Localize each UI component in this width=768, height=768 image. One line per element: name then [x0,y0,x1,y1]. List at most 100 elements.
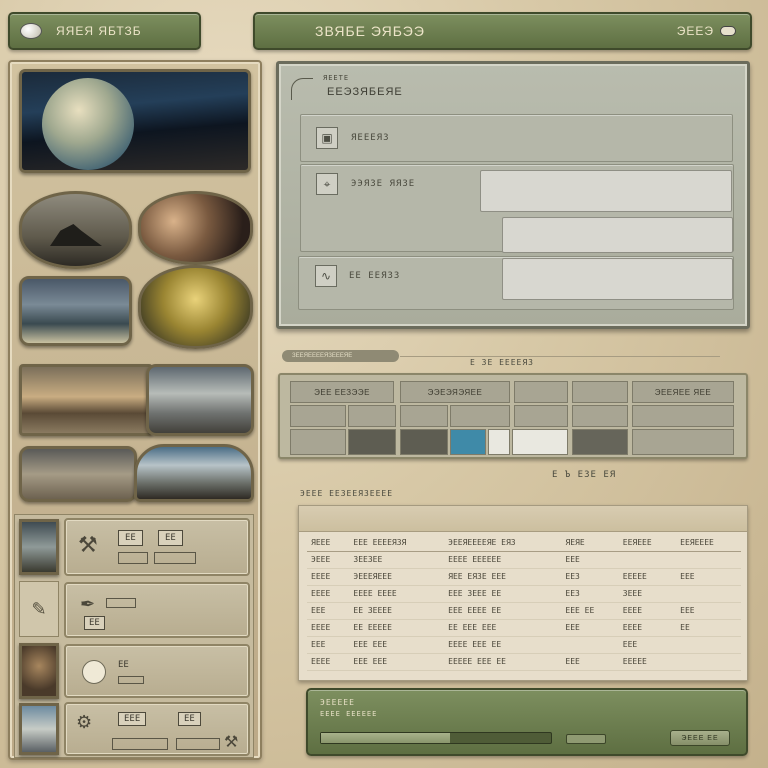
form-row-1-label: ЯЕЕЕЯЗ [351,133,390,143]
column-header[interactable]: ЕЕЯЕЕЕ [618,532,677,552]
grid-header-1[interactable]: ЭЕЕ ЕЕЗЭЭЕ [290,381,394,403]
card-1-label-b: ЕЕ [158,530,183,546]
card-1-label-a: ЕЕ [118,530,143,546]
wrench-icon: ⚒ [224,734,239,751]
card-1-field[interactable] [118,552,148,564]
left-header-bar: ЯЯЕЯ ЯБТЗБ [8,12,201,50]
card-4[interactable]: ⚙ ЕЕЕ ЕЕ ⚒ [64,702,250,756]
compass-icon: ✎ [31,598,47,619]
horizon-thumbnail[interactable] [134,444,254,502]
card-4-label-b: ЕЕ [178,712,201,726]
gear-icon: ⚙ [76,712,93,732]
table-header-row: ЯЕЕЕ ЕЕЕ ЕЕЕЕЯЗЯ ЭЕЕЯЕЕЕЕЯЕ ЕЯЗ ЯЕЯЕ ЕЕЯ… [307,532,741,552]
data-table-panel: ЯЕЕЕ ЕЕЕ ЕЕЕЕЯЗЯ ЭЕЕЯЕЕЕЕЯЕ ЕЯЗ ЯЕЯЕ ЕЕЯ… [298,505,748,681]
nebula-thumbnail[interactable] [138,191,253,265]
card-2-field[interactable] [106,598,136,608]
column-header[interactable]: ЭЕЕЯЕЕЕЕЯЕ ЕЯЗ [444,532,562,552]
pen-icon: ✒ [80,594,96,614]
grid-cell[interactable] [290,405,346,427]
right-header-bar: ЗВЯБЕ ЭЯБЭЭ ЭЕЕЭ [253,12,752,50]
grid-cell[interactable] [400,405,448,427]
column-header[interactable]: ЕЕЕ ЕЕЕЕЯЗЯ [349,532,445,552]
footer-title: ЭЕЕЕЕЕ [320,698,355,707]
globe-icon[interactable] [20,23,42,39]
table-row[interactable]: ЕЕЕЕ ЕЕЕ ЕЕЕ ЕЕЕЕЕ ЕЕЕ ЕЕ ЕЕЕ ЕЕЕЕЕ [307,653,741,671]
card-3-field[interactable] [118,676,144,684]
desert-thumbnail[interactable] [19,446,137,502]
clock-icon [82,660,106,684]
table-row[interactable]: ЕЕЕ ЕЕ ЗЕЕЕЕ ЕЕЕ ЕЕЕЕ ЕЕ ЕЕЕ ЕЕ ЕЕЕЕ ЕЕЕ [307,602,741,620]
table-row[interactable]: ЕЕЕ ЕЕЕ ЕЕЕ ЕЕЕЕ ЕЕЕ ЕЕ ЕЕЕ [307,636,741,654]
form-row-1[interactable]: ▣ ЯЕЕЕЯЗ [300,114,733,162]
card-4-field-2[interactable] [176,738,220,750]
data-table: ЯЕЕЕ ЕЕЕ ЕЕЕЕЯЗЯ ЭЕЕЯЕЕЕЕЯЕ ЕЯЗ ЯЕЯЕ ЕЕЯ… [307,532,741,671]
grid-tab[interactable]: ЗЕЕЯЕЕЕЕЯЗЕЕЕЯЕ [282,350,399,362]
grid-cell[interactable] [290,429,346,455]
card-3-label-a: ЕЕ [118,660,129,670]
right-header-title: ЗВЯБЕ ЭЯБЭЭ [315,23,425,39]
sea-thumbnail[interactable] [19,276,132,346]
grid-cell[interactable] [632,405,734,427]
grid-cell-light[interactable] [512,429,568,455]
card-2[interactable]: ✒ ЕЕ [64,582,250,638]
footer-button[interactable]: ЭЕЕЕ ЕЕ [670,730,730,746]
grid-tab-label: ЗЕЕЯЕЕЕЕЯЗЕЕЕЯЕ [292,353,353,359]
grid-cell-light[interactable] [488,429,510,455]
golden-cloud-thumbnail[interactable] [138,265,253,349]
tool-box-icon: ⌖ [316,173,338,195]
card-1-field-2[interactable] [154,552,196,564]
ship-thumbnail[interactable] [19,191,132,269]
tool-icon: ⚒ [78,532,98,557]
grid-header-2[interactable]: ЭЭЕЭЯЭЯЕЕ [400,381,510,403]
grid-cell[interactable] [348,405,396,427]
table-caption: Е Ъ ЕЗЕ ЕЯ [552,470,617,480]
right-header-label: ЭЕЕЭ [676,24,714,38]
form-title: ЕЕЭЗЯБЕЯЕ [327,86,403,98]
form-row-2-input[interactable] [480,170,732,212]
card-1-thumbnail[interactable] [19,519,59,575]
card-3[interactable]: ЕЕ [64,644,250,698]
grid-cell-dark[interactable] [400,429,448,455]
card-1[interactable]: ⚒ ЕЕ ЕЕ [64,518,250,576]
sunset-thumbnail[interactable] [19,364,153,436]
grid-caption: Е ЗЕ ЕЕЕЕЯЗ [470,358,534,367]
document-icon: ▣ [316,127,338,149]
footer-progress-bar[interactable] [320,732,552,744]
footer-button-label: ЭЕЕЕ ЕЕ [681,734,719,742]
wave-icon: ∿ [315,265,337,287]
toggle-icon[interactable] [720,26,736,36]
table-row[interactable]: ЕЕЕЕ ЭЕЕЕЯЕЕЕ ЯЕЕ ЕЯЗЕ ЕЕЕ ЕЕЗ ЕЕЕЕЕ ЕЕЕ [307,568,741,586]
form-row-3-input[interactable] [502,258,733,300]
planet-image[interactable] [19,69,251,173]
form-row-3-label: ЕЕ ЕЕЯЗЗ [349,271,401,281]
column-header[interactable]: ЯЕЯЕ [561,532,619,552]
grid-header-blank-2[interactable] [572,381,628,403]
grid-cell[interactable] [450,405,510,427]
grid-cell[interactable] [572,405,628,427]
column-header[interactable]: ЕЕЯЕЕЕЕ [676,532,741,552]
footer-panel: ЭЕЕЕЕЕ ЕЕЕЕ ЕЕЕЕЕЕ ЭЕЕЕ ЕЕ [306,688,748,756]
card-4-thumbnail[interactable] [19,703,59,755]
form-row-2-input-2[interactable] [502,217,733,253]
grid-header-blank-1[interactable] [514,381,568,403]
table-row[interactable]: ЕЕЕЕ ЕЕ ЕЕЕЕЕ ЕЕ ЕЕЕ ЕЕЕ ЕЕЕ ЕЕЕЕ ЕЕ [307,619,741,637]
grid-cell-selected[interactable] [450,429,486,455]
grid-cell-dark[interactable] [572,429,628,455]
footer-slider[interactable] [566,734,606,744]
grid-panel: ЭЕЕ ЕЕЗЭЭЕ ЭЭЕЭЯЭЯЕЕ ЭЕЕЯЕЕ ЯЕЕ [278,373,748,459]
left-header-title: ЯЯЕЯ ЯБТЗБ [56,24,142,38]
sky-thumbnail[interactable] [146,364,254,436]
table-row[interactable]: ЕЕЕЕ ЕЕЕЕ ЕЕЕЕ ЕЕЕ ЗЕЕЕ ЕЕ ЕЕЗ ЗЕЕЕ [307,585,741,603]
card-2-thumbnail[interactable]: ✎ [19,581,59,637]
form-row-2-label: ЭЭЯЗЕ ЯЯЗЕ [351,179,416,189]
grid-cell-dark[interactable] [348,429,396,455]
card-4-field[interactable] [112,738,168,750]
grid-cell[interactable] [514,405,568,427]
grid-cell[interactable] [632,429,734,455]
grid-divider [400,356,720,357]
table-row[interactable]: ЭЕЕЕ ЗЕЕЗЕЕ ЕЕЕЕ ЕЕЕЕЕЕ ЕЕЕ [307,551,741,569]
column-header[interactable]: ЯЕЕЕ [307,532,350,552]
card-3-thumbnail[interactable] [19,643,59,699]
grid-header-3[interactable]: ЭЕЕЯЕЕ ЯЕЕ [632,381,734,403]
card-4-label-a: ЕЕЕ [118,712,147,726]
